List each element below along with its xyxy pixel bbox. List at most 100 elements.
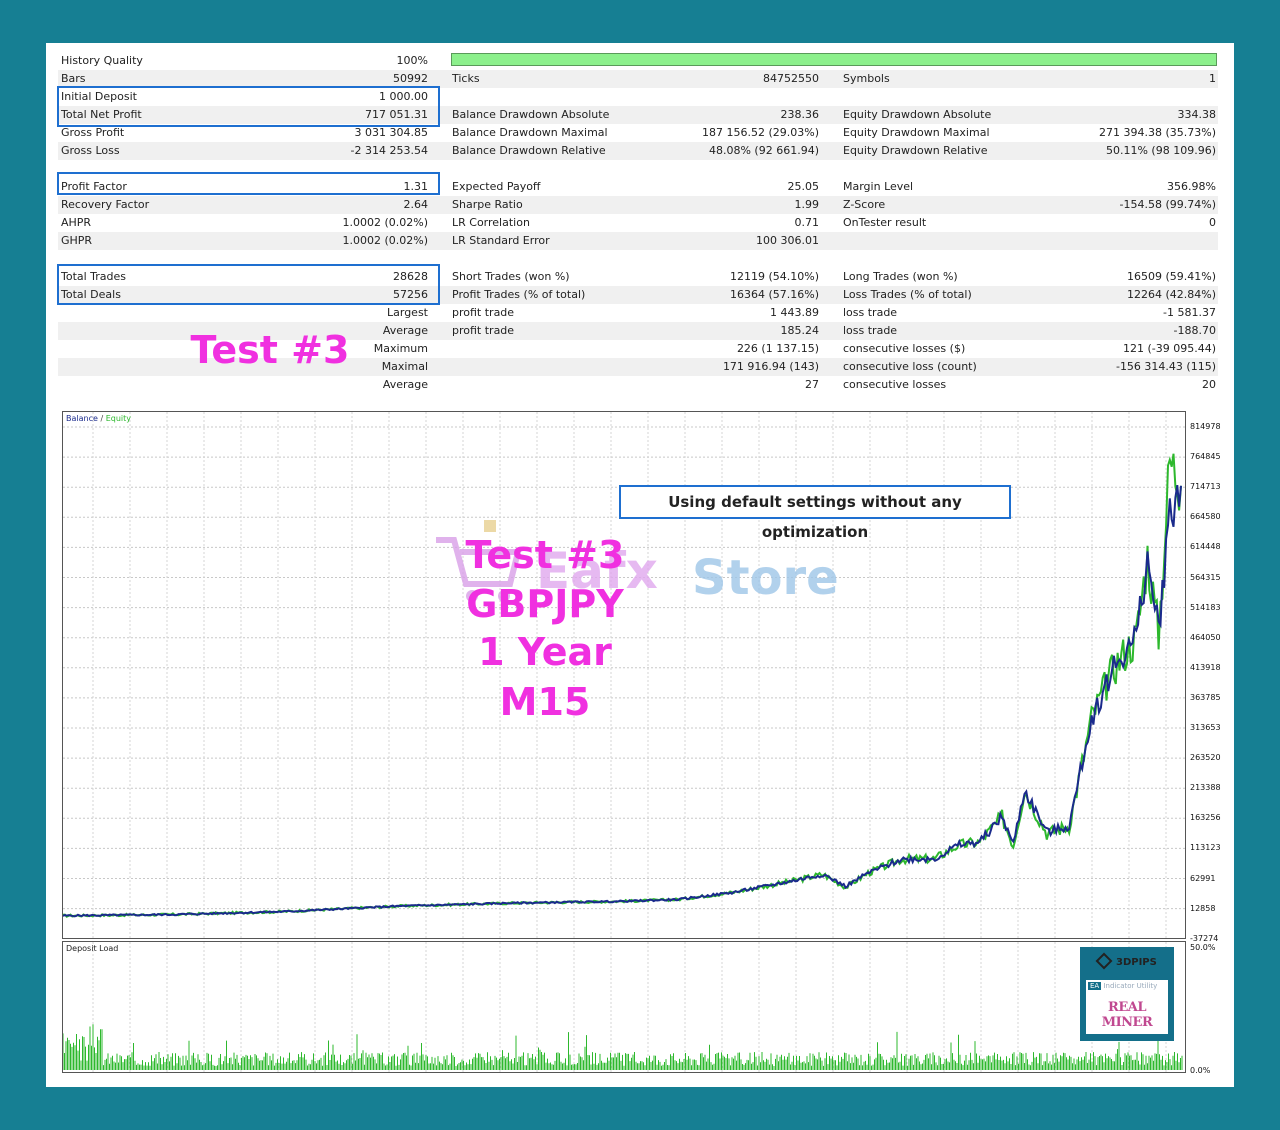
col3-label: consecutive loss (count): [843, 360, 977, 373]
y-tick-label: 514183: [1190, 602, 1221, 612]
col2-label: Balance Drawdown Relative: [452, 144, 606, 157]
col3-label: consecutive losses ($): [843, 342, 966, 355]
badge-brand: 3DPIPS: [1116, 957, 1157, 968]
col2-value: 238.36: [780, 108, 820, 121]
col2-label: Balance Drawdown Maximal: [452, 126, 608, 139]
y-tick-label: 614448: [1190, 542, 1221, 552]
col3-label: loss trade: [843, 306, 898, 319]
col1-label: Gross Loss: [61, 144, 120, 157]
col3-value: 121 (-39 095.44): [1122, 342, 1216, 355]
deposit-load-chart: Deposit Load: [62, 941, 1186, 1073]
col3-value: 16509 (59.41%): [1126, 270, 1216, 283]
col1-label: Average: [382, 378, 428, 391]
history-quality-bar: [451, 53, 1217, 66]
watermark-line: Test #3: [465, 533, 625, 577]
col2-label: Profit Trades (% of total): [452, 288, 586, 301]
col3-label: Margin Level: [843, 180, 914, 193]
col1-label: AHPR: [61, 216, 92, 229]
col1-label: GHPR: [61, 234, 93, 247]
history-quality-fill: [452, 54, 1216, 65]
col1-value: 100%: [396, 54, 428, 67]
y-tick-label: 664580: [1190, 512, 1221, 522]
note-box: Using default settings without any optim…: [619, 485, 1011, 541]
col2-label: Ticks: [452, 72, 480, 85]
col1-value: 1.0002 (0.02%): [342, 234, 428, 247]
col1-label: Recovery Factor: [61, 198, 150, 211]
col3-label: Loss Trades (% of total): [843, 288, 972, 301]
legend-separator: /: [100, 414, 104, 423]
col3-label: OnTester result: [843, 216, 927, 229]
col2-value: 1 443.89: [770, 306, 819, 319]
y-tick-label: 564315: [1190, 572, 1221, 582]
y-tick-label: 814978: [1190, 422, 1221, 431]
y-tick-label: 764845: [1190, 452, 1221, 462]
highlight-profit-factor: [57, 172, 440, 195]
watermark-line: GBPJPY: [466, 582, 624, 626]
col2-value: 25.05: [787, 180, 820, 193]
col3-label: Equity Drawdown Maximal: [843, 126, 990, 139]
col3-value: 356.98%: [1167, 180, 1216, 193]
col2-value: 16364 (57.16%): [729, 288, 819, 301]
col2-value: 187 156.52 (29.03%): [701, 126, 819, 139]
y-tick-label: 313653: [1190, 723, 1221, 732]
legend-balance: Balance: [66, 414, 98, 423]
badge-name: REAL MINER: [1101, 1000, 1153, 1030]
y-tick-label: 413918: [1190, 662, 1221, 672]
badge-tag-utility: Utility: [1136, 982, 1158, 990]
col3-label: Symbols: [843, 72, 890, 85]
y-tick-label: 113123: [1190, 843, 1221, 853]
col2-value: 185.24: [780, 324, 820, 337]
col2-label: Short Trades (won %): [452, 270, 570, 283]
test-label: Test #3: [190, 328, 350, 372]
col3-label: Equity Drawdown Relative: [843, 144, 988, 157]
y-tick-label: 714713: [1190, 482, 1221, 492]
col3-value: 334.38: [1177, 108, 1217, 121]
col2-value: 100 306.01: [756, 234, 819, 247]
badge-tag-ea: EA: [1088, 982, 1102, 990]
deposit-load-title: Deposit Load: [66, 944, 119, 953]
col2-value: 27: [805, 378, 819, 391]
col3-label: Equity Drawdown Absolute: [843, 108, 992, 121]
col1-value: 2.64: [403, 198, 429, 211]
col1-value: 1.0002 (0.02%): [342, 216, 428, 229]
y-tick-label: -37274: [1190, 933, 1219, 943]
col3-value: -188.70: [1173, 324, 1216, 337]
col1-label: History Quality: [61, 54, 143, 67]
y-tick-label: 12858: [1190, 903, 1216, 913]
col2-value: 84752550: [763, 72, 819, 85]
cube-icon: [1095, 952, 1113, 970]
col2-value: 0.71: [794, 216, 820, 229]
col3-label: consecutive losses: [843, 378, 947, 391]
deposit-load-svg: [63, 942, 1183, 1072]
col2-label: profit trade: [452, 324, 515, 337]
col1-value: 3 031 304.85: [354, 126, 428, 139]
col3-value: -156 314.43 (115): [1115, 360, 1216, 373]
y-tick-label: 263520: [1190, 753, 1221, 763]
col3-value: 12264 (42.84%): [1126, 288, 1216, 301]
highlight-deposit-profit: [57, 86, 440, 127]
chart-legend: Balance / Equity: [66, 414, 131, 423]
col3-value: 271 394.38 (35.73%): [1098, 126, 1216, 139]
col2-label: Sharpe Ratio: [452, 198, 523, 211]
real-miner-badge: 3DPIPS EA Indicator Utility REAL MINER: [1080, 947, 1174, 1041]
col2-label: profit trade: [452, 306, 515, 319]
col3-label: loss trade: [843, 324, 898, 337]
deposit-axis-bottom: 0.0%: [1190, 1066, 1211, 1075]
col2-value: 226 (1 137.15): [736, 342, 819, 355]
col3-value: 1: [1209, 72, 1216, 85]
col3-value: -1 581.37: [1163, 306, 1216, 319]
y-tick-label: 62991: [1190, 873, 1216, 883]
legend-equity: Equity: [105, 414, 131, 423]
col2-label: LR Correlation: [452, 216, 530, 229]
deposit-axis-top: 50.0%: [1190, 943, 1216, 952]
col1-label: Gross Profit: [61, 126, 125, 139]
col3-value: -154.58 (99.74%): [1119, 198, 1216, 211]
y-tick-label: 213388: [1190, 783, 1221, 793]
col2-value: 48.08% (92 661.94): [708, 144, 819, 157]
col2-label: Expected Payoff: [452, 180, 541, 193]
col3-label: Long Trades (won %): [843, 270, 958, 283]
badge-tag-indicator: Indicator: [1103, 982, 1135, 990]
col1-value: 50992: [393, 72, 428, 85]
deposit-load-bars: [63, 1024, 1183, 1070]
col2-label: Balance Drawdown Absolute: [452, 108, 610, 121]
